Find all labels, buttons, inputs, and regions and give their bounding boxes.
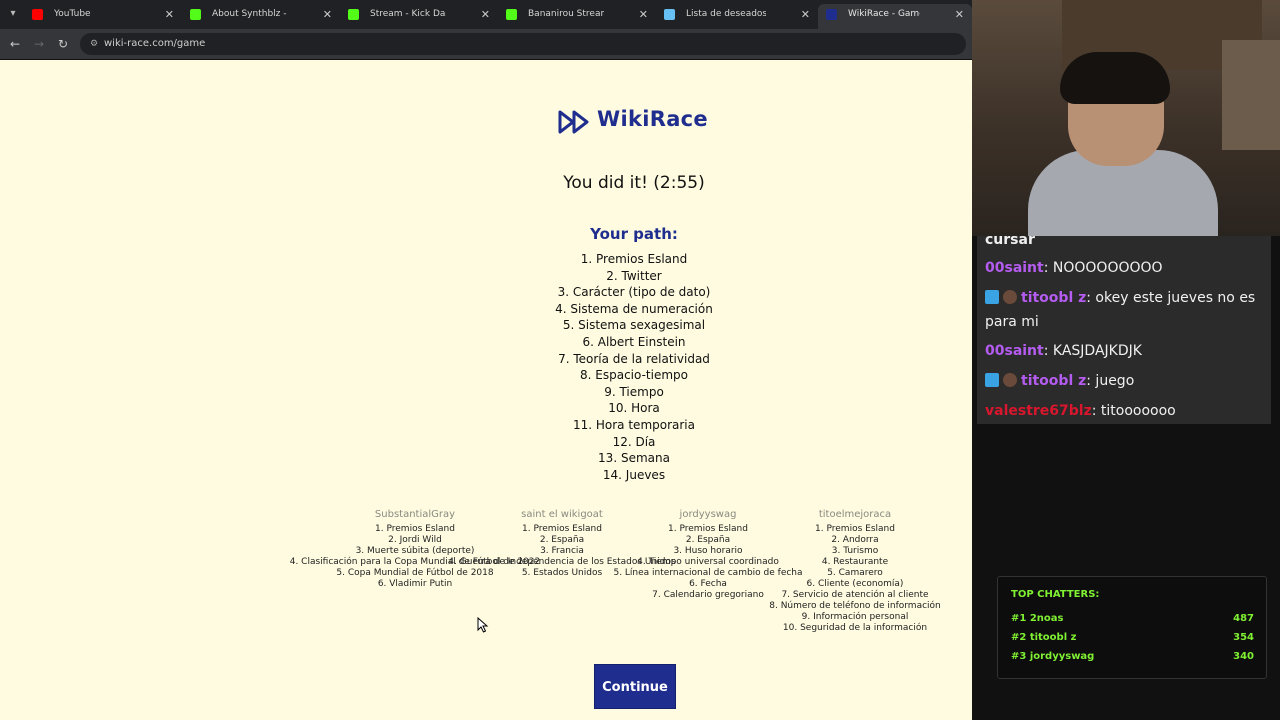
- player-path-step: 9. Información personal: [801, 612, 909, 622]
- top-chatter-count: 340: [1233, 651, 1254, 662]
- tab-steam-wishlist[interactable]: Lista de deseados de Synth ✕: [656, 4, 818, 29]
- brand-name: WikiRace: [597, 107, 708, 131]
- chat-text: : juego: [1086, 373, 1135, 389]
- address-bar[interactable]: ⚙ wiki-race.com/game: [80, 33, 966, 55]
- verified-badge-icon: [985, 290, 999, 304]
- youtube-icon: [32, 9, 43, 20]
- player-path-column: titoelmejoraca 1. Premios Esland 2. Ando…: [745, 508, 965, 634]
- kick-icon: [190, 9, 201, 20]
- chat-text: : KASJDAJKDJK: [1043, 343, 1142, 359]
- chat-message: titoobl z: okey este jueves no es para m…: [985, 286, 1269, 334]
- forward-arrow-icon[interactable]: →: [30, 35, 48, 53]
- tab-wikirace[interactable]: WikiRace - Game ✕: [818, 4, 972, 29]
- player-path-step: 8. Número de teléfono de información: [769, 601, 941, 611]
- kick-icon: [506, 9, 517, 20]
- chat-text: cursar: [985, 232, 1035, 248]
- fast-forward-icon: [558, 110, 589, 134]
- tab-title: Bananirou Stream - Watch Live on Kick: [528, 9, 604, 19]
- player-path-step: 3. Turismo: [831, 546, 879, 556]
- chat-messages-panel: cursar 00saint: NOOOOOOOOO titoobl z: ok…: [977, 232, 1271, 424]
- steam-icon: [664, 9, 675, 20]
- tab-close-icon[interactable]: ✕: [955, 4, 964, 25]
- webcam-streamer-hair: [1060, 52, 1170, 104]
- chat-text: : titooooooo: [1091, 403, 1176, 419]
- tab-youtube[interactable]: YouTube ✕: [24, 4, 182, 29]
- tab-title: About Synthblz - Watch Live on Kick: [212, 9, 288, 19]
- tab-title: YouTube: [54, 9, 91, 19]
- browser-toolbar: ← → ↻ ⚙ wiki-race.com/game: [0, 29, 972, 59]
- chat-username: valestre67blz: [985, 403, 1092, 419]
- chat-message: valestre67blz: titooooooo: [985, 399, 1269, 423]
- player-path-step: 6. Vladimir Putin: [377, 579, 453, 589]
- url-text[interactable]: wiki-race.com/game: [104, 33, 205, 55]
- player-path-step: 1. Premios Esland: [815, 524, 895, 534]
- top-chatter-count: 487: [1233, 613, 1254, 624]
- webcam-background-door: [1222, 40, 1280, 150]
- tab-kick-bananirou[interactable]: Bananirou Stream - Watch Live on Kick ✕: [498, 4, 656, 29]
- wikirace-page: WikiRace You did it! (2:55) Your path: 1…: [0, 60, 972, 720]
- player-path-step: 5. Camarero: [827, 568, 883, 578]
- chat-message: 00saint: KASJDAJKDJK: [985, 339, 1269, 363]
- top-chatters-title: TOP CHATTERS:: [1011, 589, 1100, 600]
- tab-close-icon[interactable]: ✕: [323, 4, 332, 25]
- chat-username: titoobl z: [1021, 290, 1087, 306]
- continue-button[interactable]: Continue: [594, 664, 676, 709]
- tab-search-chevron-icon[interactable]: ▾: [4, 6, 22, 22]
- avatar-badge-icon: [1003, 373, 1017, 387]
- back-arrow-icon[interactable]: ←: [6, 35, 24, 53]
- wikirace-icon: [826, 9, 837, 20]
- top-chatter-name: #1 2noas: [1011, 613, 1064, 624]
- player-path-list: 1. Premios Esland 2. Andorra 3. Turismo …: [745, 524, 965, 634]
- avatar-badge-icon: [1003, 290, 1017, 304]
- tab-title: Stream - Kick Dashboard: [370, 9, 446, 19]
- chat-message: titoobl z: juego: [985, 369, 1269, 393]
- tab-close-icon[interactable]: ✕: [801, 4, 810, 25]
- player-name: titoelmejoraca: [818, 509, 892, 520]
- chat-text: : NOOOOOOOOO: [1043, 260, 1163, 276]
- player-path-step: 6. Cliente (economía): [806, 579, 904, 589]
- mouse-cursor-icon: [477, 617, 489, 633]
- player-path-step: 7. Servicio de atención al cliente: [781, 590, 929, 600]
- site-info-icon[interactable]: ⚙: [88, 38, 100, 50]
- verified-badge-icon: [985, 373, 999, 387]
- webcam-feed: [972, 0, 1280, 236]
- top-chatter-row: #1 2noas 487: [1011, 613, 1254, 627]
- tab-title: WikiRace - Game: [848, 9, 920, 19]
- reload-icon[interactable]: ↻: [54, 35, 72, 53]
- player-path-step: 10. Seguridad de la información: [782, 623, 928, 633]
- top-chatter-name: #2 titoobl z: [1011, 632, 1077, 643]
- tab-kick-about[interactable]: About Synthblz - Watch Live on Kick ✕: [182, 4, 340, 29]
- kick-icon: [348, 9, 359, 20]
- tab-close-icon[interactable]: ✕: [481, 4, 490, 25]
- chat-username: 00saint: [985, 260, 1044, 276]
- player-path-step: 2. Andorra: [831, 535, 879, 545]
- tab-close-icon[interactable]: ✕: [639, 4, 648, 25]
- player-path-step: 4. Restaurante: [821, 557, 889, 567]
- tab-kick-dashboard[interactable]: Stream - Kick Dashboard ✕: [340, 4, 498, 29]
- top-chatter-row: #2 titoobl z 354: [1011, 632, 1254, 646]
- top-chatter-name: #3 jordyyswag: [1011, 651, 1095, 662]
- tab-title: Lista de deseados de Synth: [686, 9, 766, 19]
- top-chatter-row: #3 jordyyswag 340: [1011, 651, 1254, 665]
- chat-username: titoobl z: [1021, 373, 1087, 389]
- tab-close-icon[interactable]: ✕: [165, 4, 174, 25]
- top-chatters-widget: TOP CHATTERS: #1 2noas 487 #2 titoobl z …: [997, 576, 1267, 679]
- chat-username: 00saint: [985, 343, 1044, 359]
- chat-message: cursar: [985, 228, 1269, 252]
- chat-message: 00saint: NOOOOOOOOO: [985, 256, 1269, 280]
- top-chatter-count: 354: [1233, 632, 1254, 643]
